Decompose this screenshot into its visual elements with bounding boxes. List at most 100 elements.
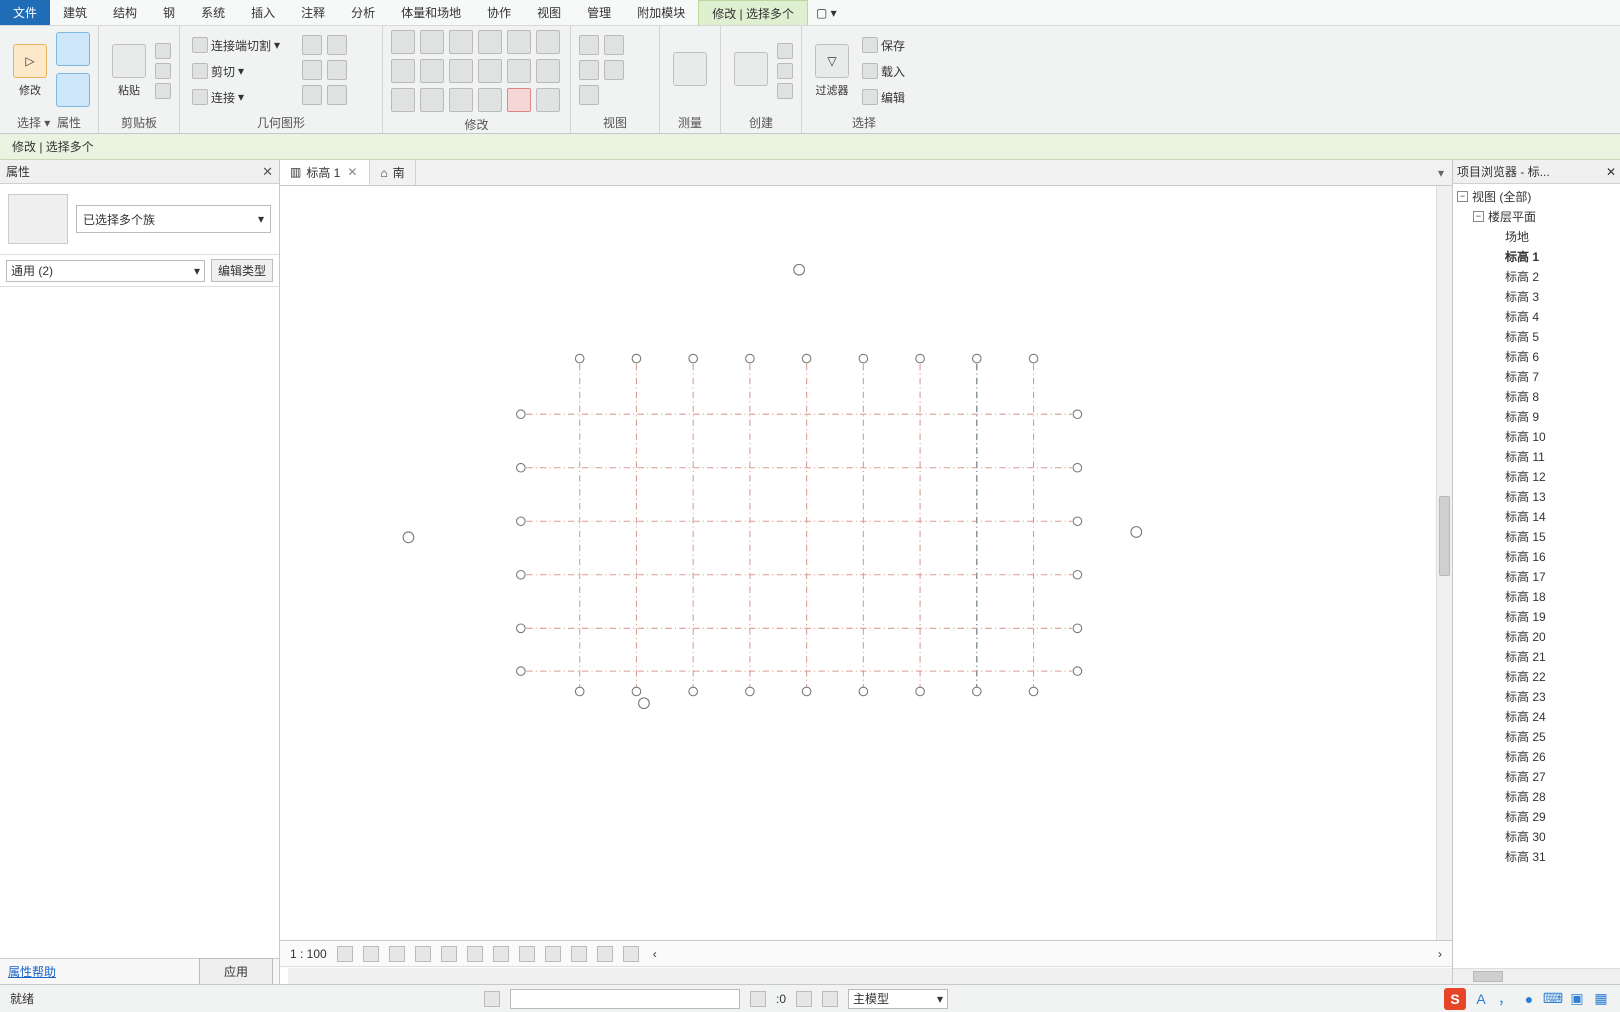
tree-item[interactable]: 标高 30 [1453,826,1620,846]
menu-collaborate[interactable]: 协作 [474,0,524,25]
match-icon[interactable] [155,83,171,99]
menu-massing[interactable]: 体量和场地 [388,0,474,25]
lock-icon[interactable] [493,946,509,962]
tree-item[interactable]: 标高 13 [1453,486,1620,506]
save-sel-button[interactable]: 保存 [858,34,918,56]
sun-path-icon[interactable] [389,946,405,962]
copy-clip-icon[interactable] [155,63,171,79]
rotate-icon[interactable] [449,59,473,83]
tree-item[interactable]: 标高 15 [1453,526,1620,546]
elev-marker-s[interactable] [639,698,650,709]
canvas[interactable] [280,186,1452,940]
reveal-icon[interactable] [545,946,561,962]
tree-item[interactable]: 标高 26 [1453,746,1620,766]
tree-item[interactable]: 标高 19 [1453,606,1620,626]
geo-icon[interactable] [302,35,322,55]
tree-item[interactable]: 标高 17 [1453,566,1620,586]
tree-item[interactable]: 标高 18 [1453,586,1620,606]
tree-item[interactable]: 标高 25 [1453,726,1620,746]
tree-item[interactable]: 标高 28 [1453,786,1620,806]
menu-annotate[interactable]: 注释 [288,0,338,25]
tree-item[interactable]: 标高 14 [1453,506,1620,526]
tabs-overflow[interactable]: ▾ [1430,166,1452,180]
vc-scroll-right[interactable]: › [1438,947,1442,961]
props-bottom-button[interactable] [56,73,90,111]
align-icon[interactable] [391,30,415,54]
crop-icon[interactable] [441,946,457,962]
status-input[interactable] [510,989,740,1009]
vc-scroll-left[interactable]: ‹ [653,947,657,961]
create-button[interactable] [729,32,773,110]
tool-icon[interactable] [507,30,531,54]
menu-addins[interactable]: 附加模块 [624,0,698,25]
menu-architecture[interactable]: 建筑 [50,0,100,25]
cut-button[interactable]: 剪切 ▾ [188,60,298,82]
filter-status-icon[interactable] [796,991,812,1007]
tab-south[interactable]: ⌂南 [370,160,415,185]
split-icon[interactable] [507,59,531,83]
vscroll-thumb[interactable] [1439,496,1450,576]
elev-marker-n[interactable] [794,264,805,275]
join-cut-button[interactable]: 连接端切割 ▾ [188,34,298,56]
properties-help-link[interactable]: 属性帮助 [0,963,64,980]
mirror-icon[interactable] [449,30,473,54]
filter-button[interactable]: ▽过滤器 [810,32,854,110]
create-sub-icon[interactable] [777,43,793,59]
menu-view[interactable]: 视图 [524,0,574,25]
ime-toolbox-icon[interactable]: ▦ [1592,990,1610,1008]
tree-item[interactable]: 标高 12 [1453,466,1620,486]
move-icon[interactable] [391,59,415,83]
shadows-icon[interactable] [415,946,431,962]
create-sub-icon[interactable] [777,83,793,99]
menu-modify-multi[interactable]: 修改 | 选择多个 [698,0,808,25]
tree-item[interactable]: 标高 29 [1453,806,1620,826]
tree-item[interactable]: 标高 1 [1453,246,1620,266]
temp-hide-icon[interactable] [519,946,535,962]
menu-overflow[interactable]: ▢ ▾ [808,6,845,20]
visual-style-icon[interactable] [363,946,379,962]
vertical-scrollbar[interactable] [1436,186,1452,940]
tree-item[interactable]: 标高 21 [1453,646,1620,666]
view-scale[interactable]: 1 : 100 [290,947,327,961]
vc-icon[interactable] [597,946,613,962]
tree-item[interactable]: −楼层平面 [1453,206,1620,226]
mirror2-icon[interactable] [478,30,502,54]
elev-marker-w[interactable] [403,532,414,543]
tool-icon[interactable] [536,88,560,112]
geo-icon[interactable] [327,60,347,80]
detail-level-icon[interactable] [337,946,353,962]
elev-marker-e[interactable] [1131,527,1142,538]
tree-item[interactable]: 标高 23 [1453,686,1620,706]
geo-icon[interactable] [327,85,347,105]
view-icon[interactable] [604,35,624,55]
tree-item[interactable]: 标高 22 [1453,666,1620,686]
tree-item[interactable]: 标高 6 [1453,346,1620,366]
menu-structure[interactable]: 结构 [100,0,150,25]
tree-item[interactable]: −视图 (全部) [1453,186,1620,206]
tree-item[interactable]: 标高 7 [1453,366,1620,386]
tree-toggle[interactable]: − [1473,211,1484,222]
tab-close[interactable]: ✕ [345,165,359,179]
view-icon[interactable] [604,60,624,80]
create-sub-icon[interactable] [777,63,793,79]
tree-item[interactable]: 标高 4 [1453,306,1620,326]
tree-item[interactable]: 标高 24 [1453,706,1620,726]
menu-file[interactable]: 文件 [0,0,50,25]
trim-icon[interactable] [478,59,502,83]
browser-hscroll-thumb[interactable] [1473,971,1503,982]
measure-button[interactable] [668,32,712,110]
tree-item[interactable]: 标高 31 [1453,846,1620,866]
menu-steel[interactable]: 钢 [150,0,188,25]
apply-button[interactable]: 应用 [199,958,273,985]
tree-item[interactable]: 标高 3 [1453,286,1620,306]
ime-punct-icon[interactable]: ， [1496,990,1514,1008]
tree-item[interactable]: 标高 5 [1453,326,1620,346]
array-icon[interactable] [391,88,415,112]
instance-filter-dropdown[interactable]: 通用 (2)▾ [6,260,205,282]
menu-systems[interactable]: 系统 [188,0,238,25]
ime-lang-icon[interactable]: A [1472,990,1490,1008]
tree-item[interactable]: 标高 2 [1453,266,1620,286]
drawing-area[interactable] [280,186,1436,940]
delete-icon[interactable] [507,88,531,112]
tree-toggle[interactable]: − [1457,191,1468,202]
